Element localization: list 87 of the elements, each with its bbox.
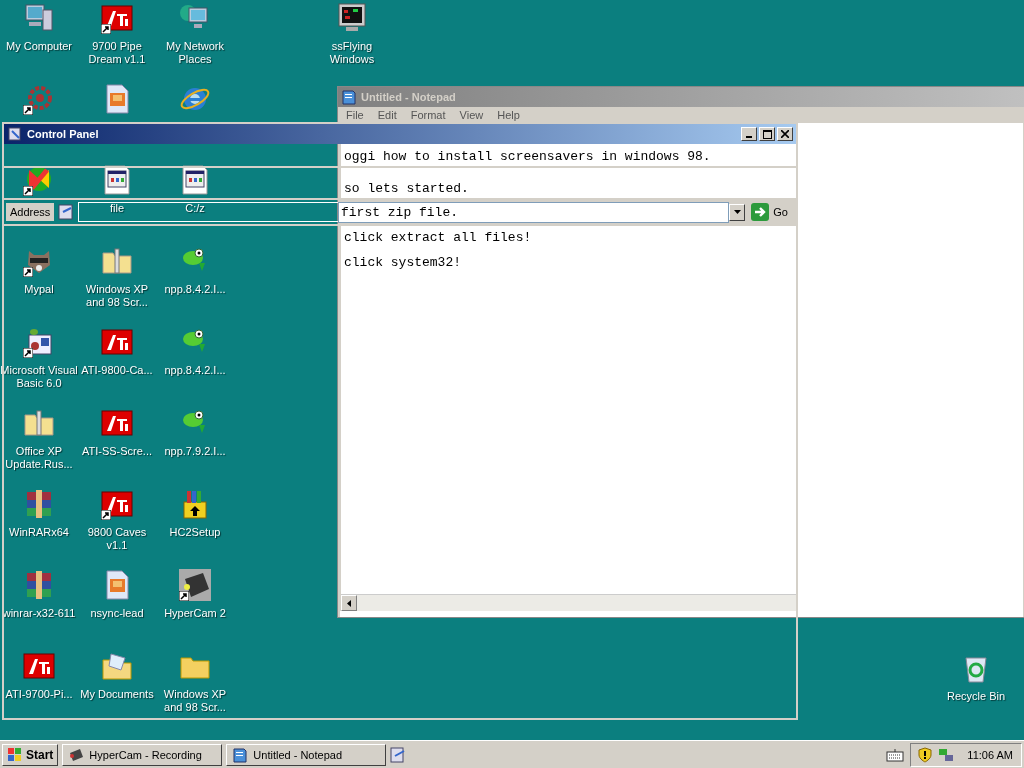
- icon-label: 9700 Pipe Dream v1.1: [87, 40, 147, 66]
- desktop-icon[interactable]: [23, 326, 55, 358]
- icon-label: C:/z: [184, 202, 206, 215]
- zipped-folder-icon: [23, 407, 55, 439]
- icon-label: ATI-9700-Pi...: [4, 688, 74, 701]
- icon-label: npp.7.9.2.I...: [163, 445, 227, 458]
- icon-label: HyperCam 2: [163, 607, 227, 620]
- desktop-icon[interactable]: [179, 569, 211, 601]
- left-arrow-icon: [347, 599, 351, 607]
- window-title: Control Panel: [27, 128, 100, 140]
- icon-label: winrar-x32-611: [1, 607, 77, 620]
- desktop-icon[interactable]: [101, 407, 133, 439]
- icon-label: npp.8.4.2.I...: [163, 283, 227, 296]
- documents-folder-icon: [101, 650, 133, 682]
- icon-label: ssFlying Windows: [328, 40, 376, 66]
- icon-label: Mypal: [23, 283, 55, 296]
- desktop-icon[interactable]: [336, 2, 368, 34]
- computer-icon: [23, 2, 55, 34]
- zipped-folder-icon: [101, 245, 133, 277]
- close-button[interactable]: [777, 127, 793, 141]
- dropdown-button[interactable]: [729, 203, 746, 221]
- horizontal-scrollbar[interactable]: [341, 594, 796, 611]
- icon-label: 9800 Caves v1.1: [86, 526, 148, 552]
- desktop-icon[interactable]: [23, 650, 55, 682]
- notepad-icon: [341, 89, 357, 105]
- maximize-icon: [762, 129, 772, 139]
- icon-label: Office XP Update.Rus...: [4, 445, 74, 471]
- keyboard-icon[interactable]: [886, 747, 905, 762]
- icon-label: ATI-9800-Ca...: [80, 364, 154, 377]
- menu-item[interactable]: Edit: [377, 109, 397, 121]
- icon-label: Windows XP and 98 Scr...: [162, 688, 228, 714]
- ati-logo-icon: [101, 407, 133, 439]
- caret-icon: [733, 210, 741, 214]
- desktop-icon[interactable]: [101, 326, 133, 358]
- window-title: Untitled - Notepad: [361, 91, 457, 103]
- icon-label: WinRARx64: [8, 526, 70, 539]
- control-panel-icon: [7, 126, 23, 142]
- icon-label: HC2Setup: [168, 526, 222, 539]
- icon-label: My Documents: [79, 688, 155, 701]
- maximize-button[interactable]: [759, 127, 775, 141]
- menu-item[interactable]: File: [346, 109, 364, 121]
- desktop-icon[interactable]: [179, 164, 211, 196]
- icon-label: nsync-lead: [89, 607, 145, 620]
- program-window-icon: [179, 164, 211, 196]
- address-label: Address: [6, 203, 55, 221]
- text-line: first zip file.: [341, 204, 459, 220]
- program-window-icon: [101, 164, 133, 196]
- text-line: so lets started.: [344, 181, 469, 196]
- camera-icon: [179, 569, 211, 601]
- close-icon: [781, 130, 789, 138]
- ati-logo-icon: [101, 2, 133, 34]
- taskbar-button[interactable]: HyperCam - Recording: [62, 743, 223, 766]
- start-button[interactable]: Start: [2, 743, 59, 766]
- network-icon[interactable]: [938, 746, 955, 763]
- monitor-icon: [336, 2, 368, 34]
- ati-logo-icon: [23, 650, 55, 682]
- text-line: click extract all files!: [344, 230, 533, 245]
- address-field[interactable]: [78, 202, 338, 222]
- go-button[interactable]: Go: [749, 203, 796, 221]
- desktop-icon[interactable]: [23, 83, 55, 115]
- desktop-icon[interactable]: [101, 488, 133, 520]
- icon-label: file: [108, 202, 126, 215]
- taskbar-button[interactable]: Untitled - Notepad: [226, 743, 387, 766]
- shield-warning-icon[interactable]: [917, 746, 934, 763]
- camera-icon: [68, 746, 85, 763]
- icon-label: npp.8.4.2.I...: [163, 364, 227, 377]
- minimize-button[interactable]: [741, 127, 757, 141]
- text-line: click system32!: [344, 255, 463, 270]
- windows-flag-icon: [7, 746, 23, 763]
- menu-item[interactable]: Help: [497, 109, 520, 121]
- menu-item[interactable]: View: [459, 109, 484, 121]
- address-input[interactable]: first zip file.: [338, 201, 730, 223]
- notepad-icon: [232, 746, 249, 763]
- control-panel-icon: [58, 204, 75, 220]
- ati-logo-icon: [101, 488, 133, 520]
- desktop-icon[interactable]: [101, 2, 133, 34]
- icon-label: Recycle Bin: [945, 690, 1007, 703]
- desktop-icon[interactable]: [101, 164, 133, 196]
- icon-label: ATI-SS-Scre...: [80, 445, 154, 458]
- clock: 11:06 AM: [967, 748, 1013, 761]
- icon-label: Windows XP and 98 Scr...: [84, 283, 150, 309]
- menu-item[interactable]: Format: [410, 109, 446, 121]
- control-panel-icon[interactable]: [390, 746, 407, 763]
- icon-label: My Computer: [5, 40, 73, 53]
- text-line: oggi how to install screensavers in windows 98.: [344, 149, 711, 164]
- ati-logo-icon: [101, 326, 133, 358]
- icon-label: My Network Places: [164, 40, 226, 66]
